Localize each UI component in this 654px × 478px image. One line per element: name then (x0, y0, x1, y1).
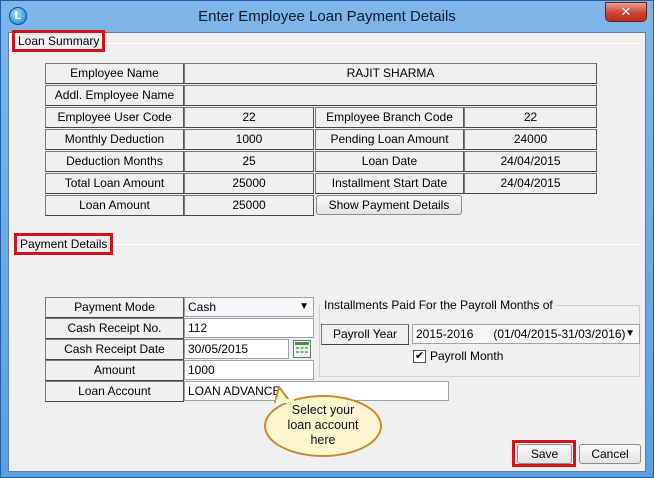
deduction-months-value: 25 (184, 151, 314, 172)
checkmark-icon: ✔ (414, 350, 425, 362)
loan-summary-label: Loan Summary (12, 30, 106, 52)
callout-line-1: Select your (291, 403, 355, 417)
installments-legend: Installments Paid For the Payroll Months… (321, 298, 556, 312)
payroll-year-value: 2015-2016 (01/04/2015-31/03/2016) (416, 327, 626, 341)
calendar-icon[interactable] (293, 340, 311, 358)
installment-start-date-value: 24/04/2015 (464, 173, 597, 194)
cash-receipt-no-input[interactable]: 112 (184, 318, 314, 338)
payroll-month-checkbox[interactable]: ✔ (413, 350, 426, 363)
payroll-year-label: Payroll Year (321, 324, 409, 345)
employee-branch-code-label: Employee Branch Code (315, 107, 464, 128)
dialog-client-area: Loan Summary Employee Name RAJIT SHARMA … (8, 30, 646, 472)
employee-user-code-value: 22 (184, 107, 314, 128)
pending-loan-amount-value: 24000 (464, 129, 597, 150)
cash-receipt-no-label: Cash Receipt No. (45, 318, 184, 339)
payment-mode-label: Payment Mode (45, 297, 184, 318)
dialog-window: L Enter Employee Loan Payment Details ✕ … (0, 0, 654, 478)
monthly-deduction-label: Monthly Deduction (45, 129, 184, 150)
amount-label: Amount (45, 360, 184, 381)
payment-details-divider (104, 244, 639, 245)
chevron-down-icon: ▼ (625, 328, 635, 339)
loan-account-callout: Select your loan account here (264, 395, 382, 457)
monthly-deduction-value: 1000 (184, 129, 314, 150)
deduction-months-label: Deduction Months (45, 151, 184, 172)
chevron-down-icon: ▼ (299, 301, 309, 312)
total-loan-amount-value: 25000 (184, 173, 314, 194)
payroll-year-select[interactable]: 2015-2016 (01/04/2015-31/03/2016) ▼ (412, 324, 640, 344)
loan-summary-divider (99, 43, 639, 44)
title-bar[interactable]: L Enter Employee Loan Payment Details ✕ (1, 1, 653, 33)
cancel-button[interactable]: Cancel (579, 444, 641, 464)
payment-details-label: Payment Details (14, 233, 114, 255)
loan-date-label: Loan Date (315, 151, 464, 172)
close-button[interactable]: ✕ (605, 2, 647, 22)
addl-employee-name-value (184, 85, 597, 106)
payment-mode-select[interactable]: Cash ▼ (184, 297, 314, 317)
cash-receipt-date-label: Cash Receipt Date (45, 339, 184, 360)
window-title: Enter Employee Loan Payment Details (198, 8, 456, 25)
callout-pointer (273, 387, 294, 403)
callout-line-3: here (310, 433, 336, 447)
callout-line-2: loan account (287, 418, 359, 432)
loan-amount-label: Loan Amount (45, 195, 184, 216)
addl-employee-name-label: Addl. Employee Name (45, 85, 184, 106)
employee-name-value: RAJIT SHARMA (184, 63, 597, 84)
loan-account-label: Loan Account (45, 381, 184, 402)
show-payment-details-button[interactable]: Show Payment Details (316, 195, 462, 215)
payment-mode-value: Cash (188, 300, 217, 314)
pending-loan-amount-label: Pending Loan Amount (315, 129, 464, 150)
payroll-month-label: Payroll Month (430, 349, 504, 363)
loan-amount-value: 25000 (184, 195, 314, 216)
installment-start-date-label: Installment Start Date (315, 173, 464, 194)
employee-branch-code-value: 22 (464, 107, 597, 128)
total-loan-amount-label: Total Loan Amount (45, 173, 184, 194)
amount-input[interactable]: 1000 (184, 360, 314, 380)
cash-receipt-date-input[interactable]: 30/05/2015 (184, 339, 289, 359)
save-button[interactable]: Save (517, 444, 572, 464)
employee-name-label: Employee Name (45, 63, 184, 84)
loan-date-value: 24/04/2015 (464, 151, 597, 172)
employee-user-code-label: Employee User Code (45, 107, 184, 128)
